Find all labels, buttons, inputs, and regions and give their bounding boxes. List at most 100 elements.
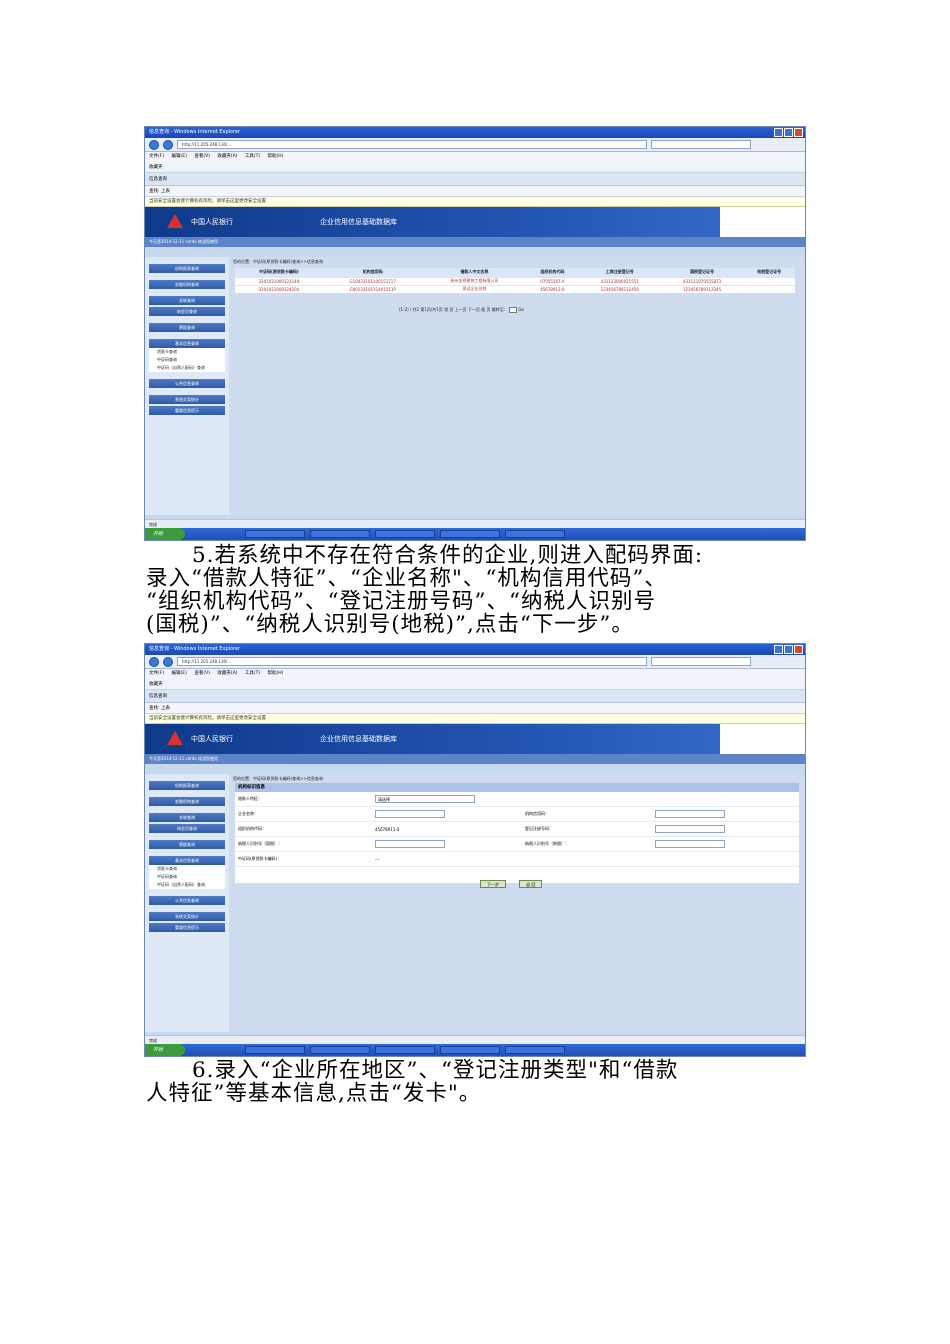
- minimize-icon[interactable]: [774, 645, 783, 654]
- taskbar-item[interactable]: [375, 1046, 435, 1054]
- org-code-value: 45678911-4: [375, 826, 400, 832]
- table-cell: 测试企业名称: [422, 284, 527, 293]
- sidebar-item[interactable]: 金融机构查询: [149, 280, 225, 289]
- browser-tab[interactable]: 信息查询: [145, 690, 805, 703]
- sidebar-item[interactable]: 系统文案统计: [149, 912, 225, 921]
- favorites-bar[interactable]: 收藏夹: [145, 162, 805, 173]
- maximize-icon[interactable]: [784, 128, 793, 137]
- forward-icon[interactable]: [163, 139, 173, 150]
- company-name-input[interactable]: [375, 809, 445, 818]
- start-button[interactable]: 开始: [145, 528, 185, 540]
- pager-text[interactable]: (1-2) / 共2 第1页/共1页 首 页 上一页 下一页 尾 页 跳转至：: [399, 307, 508, 312]
- credit-code-input[interactable]: [655, 810, 725, 818]
- find-bar[interactable]: 查找: 上表: [145, 703, 805, 714]
- minimize-icon[interactable]: [774, 128, 783, 137]
- sidebar-subitem[interactable]: 贷款卡查询: [149, 865, 225, 873]
- close-icon[interactable]: [794, 128, 803, 137]
- taskbar-item[interactable]: [505, 1046, 565, 1054]
- security-info-bar[interactable]: 当前安全设置会使计算机有风险。请单击这里更改安全设置: [145, 714, 805, 724]
- column-header: 借款人中文名称: [422, 268, 527, 277]
- form-row: 组织机构代码： 45678911-4 登记注册号码：: [235, 822, 799, 837]
- system-name: 企业信用信息基础数据库: [320, 218, 397, 226]
- maximize-icon[interactable]: [784, 645, 793, 654]
- table-cell: 431121070555873: [660, 276, 744, 285]
- find-bar[interactable]: 查找: 上表: [145, 186, 805, 197]
- go-button[interactable]: Go: [518, 307, 524, 312]
- field-label: 中证码(原贷款卡编码)：: [238, 856, 282, 861]
- system-name: 企业信用信息基础数据库: [320, 735, 397, 743]
- sidebar-item[interactable]: 机构报表查询: [149, 781, 225, 790]
- address-input[interactable]: http://11.205.248.130/...: [177, 657, 647, 666]
- sidebar-subitem[interactable]: 中证码查询: [149, 873, 225, 881]
- sidebar-item[interactable]: 重要信息提示: [149, 406, 225, 415]
- forward-icon[interactable]: [163, 656, 173, 667]
- table-row[interactable]: 3301021000123149 G10433101100151717 杭州金桥…: [235, 276, 795, 285]
- sidebar-subitem[interactable]: 贷款卡查询: [149, 348, 225, 356]
- taskbar-item[interactable]: [310, 530, 370, 538]
- sidebar-item[interactable]: 基本信息查询: [149, 856, 225, 865]
- sidebar-subitem[interactable]: 中证码（自然人配码）查询: [149, 881, 225, 889]
- reg-no-input[interactable]: [655, 825, 725, 833]
- table-header-row: 中证码(原贷款卡编码) 机构信用码 借款人中文名称 组织机构代码 工商注册登记号…: [235, 268, 795, 277]
- window-title: 信息查询 - Windows Internet Explorer: [145, 644, 805, 655]
- taskbar-item[interactable]: [440, 530, 500, 538]
- sidebar-item[interactable]: 纳会员查询: [149, 307, 225, 316]
- table-row[interactable]: 3301021000124204 G0013310111401511P 测试企业…: [235, 284, 795, 293]
- table-cell: 杭州金桥建筑工程有限公司: [422, 276, 527, 285]
- table-cell: 431123000021551: [578, 276, 661, 285]
- sidebar: 机构报表查询 金融机构查询 关联查询 纳会员查询 票据查询 基本信息查询 贷款卡…: [145, 774, 229, 1032]
- taskbar-item[interactable]: [375, 530, 435, 538]
- tax-local-input[interactable]: [655, 840, 725, 848]
- nav-bar: 今天是2014-12-11 cerdo 欢迎您使用: [145, 754, 805, 764]
- taskbar-item[interactable]: [440, 1046, 500, 1054]
- tax-national-input[interactable]: [375, 839, 445, 848]
- table-cell[interactable]: 3301021000123149: [235, 276, 323, 285]
- browser-tab[interactable]: 信息查询: [145, 173, 805, 186]
- taskbar-item[interactable]: [245, 530, 305, 538]
- sidebar-item[interactable]: 机构报表查询: [149, 264, 225, 273]
- sidebar-item[interactable]: 票据查询: [149, 840, 225, 849]
- sidebar-item[interactable]: 重要信息提示: [149, 923, 225, 932]
- sidebar-item[interactable]: 金融机构查询: [149, 797, 225, 806]
- favorites-bar[interactable]: 收藏夹: [145, 679, 805, 690]
- sidebar-subitem[interactable]: 中证码（自然人配码）查询: [149, 364, 225, 372]
- taskbar-item[interactable]: [310, 1046, 370, 1054]
- paragraph-line: “组织机构代码”、“登记注册号码”、“纳税人识别号: [146, 589, 656, 614]
- search-input[interactable]: [651, 657, 751, 666]
- sidebar-item[interactable]: 关联查询: [149, 813, 225, 822]
- sidebar-item[interactable]: 纳会员查询: [149, 824, 225, 833]
- security-info-bar[interactable]: 当前安全设置会使计算机有风险。请单击这里更改安全设置: [145, 197, 805, 207]
- sidebar-subitem[interactable]: 中证码查询: [149, 356, 225, 364]
- column-header: 中证码(原贷款卡编码): [235, 268, 323, 277]
- table-cell[interactable]: 3301021000124204: [235, 284, 323, 293]
- table-cell: 123456789112456: [578, 284, 661, 293]
- window-controls: [774, 128, 803, 137]
- back-icon[interactable]: [149, 139, 159, 150]
- sidebar-item[interactable]: 票据查询: [149, 323, 225, 332]
- sidebar-item[interactable]: 公共信息查询: [149, 379, 225, 388]
- screenshot-code-assign-form: 信息查询 - Windows Internet Explorer http://…: [144, 643, 806, 1057]
- next-button[interactable]: 下一步: [480, 880, 506, 888]
- sidebar-item[interactable]: 公共信息查询: [149, 896, 225, 905]
- table-cell: [743, 276, 795, 285]
- menu-bar[interactable]: 文件(F) 编辑(E) 查看(V) 收藏夹(A) 工具(T) 帮助(H): [145, 669, 805, 679]
- address-input[interactable]: http://11.205.248.130/...: [177, 140, 647, 149]
- sidebar-item[interactable]: 关联查询: [149, 296, 225, 305]
- paragraph-line: 6.录入“企业所在地区”、“登记注册类型"和“借款: [192, 1058, 679, 1083]
- table-cell: 45678912-6: [526, 284, 579, 293]
- back-icon[interactable]: [149, 656, 159, 667]
- taskbar-item[interactable]: [505, 530, 565, 538]
- sidebar-item[interactable]: 基本信息查询: [149, 339, 225, 348]
- back-button[interactable]: 返 回: [519, 880, 543, 888]
- close-icon[interactable]: [794, 645, 803, 654]
- code-assign-form: 借款人特征： 请选择 企业名称： 机构信用码： 组织机构代码： 45678911…: [235, 792, 799, 867]
- taskbar-item[interactable]: [245, 1046, 305, 1054]
- borrower-feature-select[interactable]: 请选择: [375, 795, 475, 803]
- column-header: 地税登记证号: [743, 268, 795, 277]
- sidebar-item[interactable]: 系统文案统计: [149, 395, 225, 404]
- start-button[interactable]: 开始: [145, 1044, 185, 1056]
- page-jump-input[interactable]: [508, 307, 517, 313]
- site-banner: 中国人民银行 企业信用信息基础数据库: [145, 207, 805, 237]
- search-input[interactable]: [651, 140, 751, 149]
- menu-bar[interactable]: 文件(F) 编辑(E) 查看(V) 收藏夹(A) 工具(T) 帮助(H): [145, 152, 805, 162]
